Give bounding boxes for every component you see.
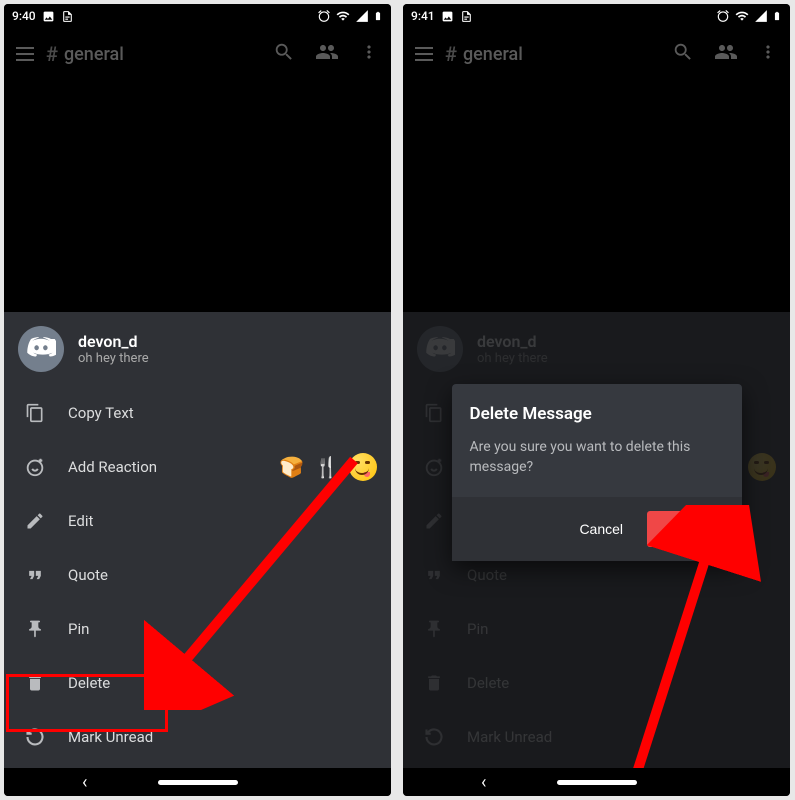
menu-label: Mark Unread [68, 728, 153, 746]
battery-icon [373, 8, 383, 24]
bread-icon[interactable]: 🍞 [279, 455, 304, 479]
menu-mark-unread[interactable]: Mark Unread [4, 710, 391, 764]
search-icon[interactable] [672, 41, 694, 67]
edit-icon [24, 510, 46, 532]
menu-delete[interactable]: Delete [4, 656, 391, 710]
dialog-overlay: Delete Message Are you sure you want to … [403, 80, 790, 768]
status-bar: 9:40 [4, 4, 391, 28]
menu-label: Quote [68, 566, 108, 584]
content-area: devon_d oh hey there Copy Text Add React… [4, 80, 391, 768]
copy-icon [24, 402, 46, 424]
menu-copy-text[interactable]: Copy Text [4, 386, 391, 440]
search-icon[interactable] [273, 41, 295, 67]
people-icon[interactable] [315, 40, 339, 68]
menu-label: Copy Text [68, 404, 134, 422]
dialog-body: Are you sure you want to delete this mes… [452, 438, 742, 497]
dialog-title: Delete Message [452, 384, 742, 438]
message-preview: oh hey there [78, 351, 377, 366]
phone-screenshot-left: 9:40 # general [4, 4, 391, 796]
refresh-icon [24, 726, 46, 748]
menu-edit[interactable]: Edit [4, 494, 391, 548]
signal-icon [355, 9, 369, 23]
status-bar: 9:41 [403, 4, 790, 28]
menu-list: Copy Text Add Reaction 🍞 🍴 Edit [4, 386, 391, 796]
fork-knife-icon[interactable]: 🍴 [314, 455, 339, 479]
dialog-footer: Cancel Delete [452, 497, 742, 561]
people-icon[interactable] [714, 40, 738, 68]
back-icon[interactable]: ‹ [82, 772, 87, 793]
username: devon_d [78, 332, 377, 351]
trash-icon [24, 672, 46, 694]
wifi-icon [335, 9, 351, 23]
cancel-button[interactable]: Cancel [563, 511, 639, 547]
more-icon[interactable] [359, 42, 379, 66]
wifi-icon [734, 9, 750, 23]
menu-label: Edit [68, 512, 93, 530]
status-time: 9:40 [12, 9, 36, 23]
app-header: # general [4, 28, 391, 80]
reaction-icon [24, 456, 46, 478]
menu-quote[interactable]: Quote [4, 548, 391, 602]
image-icon [42, 10, 55, 23]
hash-icon: # [445, 42, 457, 66]
channel-title[interactable]: # general [445, 42, 660, 66]
menu-pin[interactable]: Pin [4, 602, 391, 656]
battery-icon [772, 8, 782, 24]
delete-button[interactable]: Delete [647, 511, 727, 547]
menu-label: Pin [68, 620, 89, 638]
pin-icon [24, 618, 46, 640]
app-header: # general [403, 28, 790, 80]
quote-icon [24, 564, 46, 586]
nav-bar: ‹ [4, 768, 391, 796]
home-pill[interactable] [557, 780, 637, 785]
signal-icon [754, 9, 768, 23]
menu-add-reaction[interactable]: Add Reaction 🍞 🍴 [4, 440, 391, 494]
reaction-shortcuts: 🍞 🍴 [279, 453, 377, 481]
hamburger-icon[interactable] [415, 47, 433, 61]
delete-dialog: Delete Message Are you sure you want to … [452, 384, 742, 561]
home-pill[interactable] [158, 780, 238, 785]
image-icon [441, 10, 454, 23]
more-icon[interactable] [758, 42, 778, 66]
hash-icon: # [46, 42, 58, 66]
alarm-icon [317, 9, 331, 23]
hamburger-icon[interactable] [16, 47, 34, 61]
phone-screenshot-right: 9:41 # general [403, 4, 790, 796]
avatar [18, 326, 64, 372]
smile-emoji[interactable] [349, 453, 377, 481]
channel-title[interactable]: # general [46, 42, 261, 66]
status-time: 9:41 [411, 9, 435, 23]
content-area: devon_d oh hey there Copy Text Add React… [403, 80, 790, 768]
menu-label: Add Reaction [68, 458, 157, 476]
menu-label: Delete [68, 674, 110, 692]
action-sheet: devon_d oh hey there Copy Text Add React… [4, 312, 391, 768]
nav-bar: ‹ [403, 768, 790, 796]
alarm-icon [716, 9, 730, 23]
back-icon[interactable]: ‹ [481, 772, 486, 793]
document-icon [460, 10, 473, 23]
document-icon [61, 10, 74, 23]
message-header: devon_d oh hey there [4, 312, 391, 386]
